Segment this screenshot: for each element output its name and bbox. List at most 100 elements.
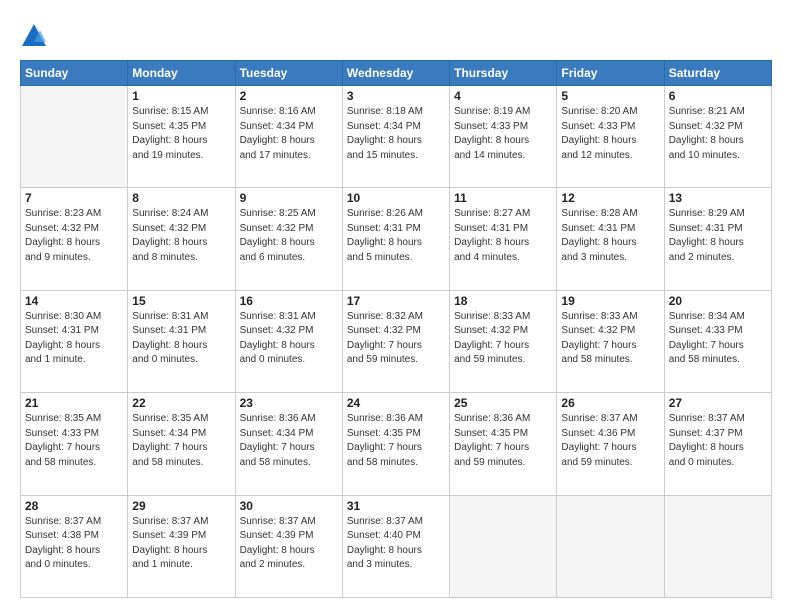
- cell-content: Sunrise: 8:31 AM Sunset: 4:31 PM Dayligh…: [132, 310, 230, 368]
- calendar-cell: 15 Sunrise: 8:31 AM Sunset: 4:31 PM Dayli…: [128, 290, 235, 392]
- cell-content: Sunrise: 8:37 AM Sunset: 4:37 PM Dayligh…: [669, 412, 767, 470]
- calendar-day-header: Saturday: [664, 61, 771, 86]
- calendar-cell: [21, 86, 128, 188]
- calendar-cell: 26Sunrise: 8:37 AM Sunset: 4:36 PM Dayli…: [557, 393, 664, 495]
- calendar-week-row: 21Sunrise: 8:35 AM Sunset: 4:33 PM Dayli…: [21, 393, 772, 495]
- page: SundayMondayTuesdayWednesdayThursdayFrid…: [0, 0, 792, 612]
- day-number: 31: [347, 499, 445, 513]
- day-number: 8: [132, 191, 230, 205]
- day-number: 12: [561, 191, 659, 205]
- day-number: 23: [240, 396, 338, 410]
- calendar-week-row: 7 Sunrise: 8:23 AM Sunset: 4:32 PM Daylig…: [21, 188, 772, 290]
- logo: [20, 22, 52, 50]
- day-number: 16: [240, 294, 338, 308]
- calendar-cell: 2 Sunrise: 8:16 AM Sunset: 4:34 PM Daylig…: [235, 86, 342, 188]
- cell-content: Sunrise: 8:33 AM Sunset: 4:32 PM Dayligh…: [454, 310, 552, 368]
- calendar-cell: 29Sunrise: 8:37 AM Sunset: 4:39 PM Dayli…: [128, 495, 235, 597]
- day-number: 4: [454, 89, 552, 103]
- calendar-day-header: Tuesday: [235, 61, 342, 86]
- calendar-cell: 13 Sunrise: 8:29 AM Sunset: 4:31 PM Dayli…: [664, 188, 771, 290]
- cell-content: Sunrise: 8:36 AM Sunset: 4:34 PM Dayligh…: [240, 412, 338, 470]
- calendar-day-header: Wednesday: [342, 61, 449, 86]
- calendar-cell: 30 Sunrise: 8:37 AM Sunset: 4:39 PM Dayli…: [235, 495, 342, 597]
- cell-content: Sunrise: 8:16 AM Sunset: 4:34 PM Dayligh…: [240, 105, 338, 163]
- cell-content: Sunrise: 8:23 AM Sunset: 4:32 PM Dayligh…: [25, 207, 123, 265]
- calendar-cell: 6Sunrise: 8:21 AM Sunset: 4:32 PM Daylig…: [664, 86, 771, 188]
- cell-content: Sunrise: 8:33 AM Sunset: 4:32 PM Dayligh…: [561, 310, 659, 368]
- day-number: 9: [240, 191, 338, 205]
- calendar-body: 1 Sunrise: 8:15 AM Sunset: 4:35 PM Daylig…: [21, 86, 772, 598]
- calendar-cell: 10 Sunrise: 8:26 AM Sunset: 4:31 PM Dayli…: [342, 188, 449, 290]
- calendar-cell: 14Sunrise: 8:30 AM Sunset: 4:31 PM Dayli…: [21, 290, 128, 392]
- cell-content: Sunrise: 8:34 AM Sunset: 4:33 PM Dayligh…: [669, 310, 767, 368]
- day-number: 28: [25, 499, 123, 513]
- day-number: 25: [454, 396, 552, 410]
- cell-content: Sunrise: 8:25 AM Sunset: 4:32 PM Dayligh…: [240, 207, 338, 265]
- day-number: 17: [347, 294, 445, 308]
- calendar-cell: [450, 495, 557, 597]
- cell-content: Sunrise: 8:37 AM Sunset: 4:40 PM Dayligh…: [347, 515, 445, 573]
- day-number: 10: [347, 191, 445, 205]
- day-number: 15: [132, 294, 230, 308]
- cell-content: Sunrise: 8:24 AM Sunset: 4:32 PM Dayligh…: [132, 207, 230, 265]
- calendar-cell: 24 Sunrise: 8:36 AM Sunset: 4:35 PM Dayli…: [342, 393, 449, 495]
- day-number: 14: [25, 294, 123, 308]
- calendar-day-header: Monday: [128, 61, 235, 86]
- calendar-cell: 12Sunrise: 8:28 AM Sunset: 4:31 PM Dayli…: [557, 188, 664, 290]
- calendar-cell: 5Sunrise: 8:20 AM Sunset: 4:33 PM Daylig…: [557, 86, 664, 188]
- day-number: 1: [132, 89, 230, 103]
- calendar-cell: 18 Sunrise: 8:33 AM Sunset: 4:32 PM Dayli…: [450, 290, 557, 392]
- calendar-cell: [557, 495, 664, 597]
- calendar-cell: 16 Sunrise: 8:31 AM Sunset: 4:32 PM Dayli…: [235, 290, 342, 392]
- calendar-cell: [664, 495, 771, 597]
- calendar-cell: 1 Sunrise: 8:15 AM Sunset: 4:35 PM Daylig…: [128, 86, 235, 188]
- calendar-cell: 7 Sunrise: 8:23 AM Sunset: 4:32 PM Daylig…: [21, 188, 128, 290]
- cell-content: Sunrise: 8:37 AM Sunset: 4:38 PM Dayligh…: [25, 515, 123, 573]
- calendar-cell: 28 Sunrise: 8:37 AM Sunset: 4:38 PM Dayli…: [21, 495, 128, 597]
- calendar-week-row: 14Sunrise: 8:30 AM Sunset: 4:31 PM Dayli…: [21, 290, 772, 392]
- cell-content: Sunrise: 8:27 AM Sunset: 4:31 PM Dayligh…: [454, 207, 552, 265]
- day-number: 13: [669, 191, 767, 205]
- calendar-cell: 3 Sunrise: 8:18 AM Sunset: 4:34 PM Daylig…: [342, 86, 449, 188]
- calendar-table: SundayMondayTuesdayWednesdayThursdayFrid…: [20, 60, 772, 598]
- calendar-cell: 8 Sunrise: 8:24 AM Sunset: 4:32 PM Daylig…: [128, 188, 235, 290]
- cell-content: Sunrise: 8:37 AM Sunset: 4:36 PM Dayligh…: [561, 412, 659, 470]
- day-number: 19: [561, 294, 659, 308]
- cell-content: Sunrise: 8:15 AM Sunset: 4:35 PM Dayligh…: [132, 105, 230, 163]
- calendar-cell: 31 Sunrise: 8:37 AM Sunset: 4:40 PM Dayli…: [342, 495, 449, 597]
- calendar-cell: 25Sunrise: 8:36 AM Sunset: 4:35 PM Dayli…: [450, 393, 557, 495]
- cell-content: Sunrise: 8:29 AM Sunset: 4:31 PM Dayligh…: [669, 207, 767, 265]
- day-number: 11: [454, 191, 552, 205]
- calendar-cell: 27 Sunrise: 8:37 AM Sunset: 4:37 PM Dayli…: [664, 393, 771, 495]
- calendar-cell: 21Sunrise: 8:35 AM Sunset: 4:33 PM Dayli…: [21, 393, 128, 495]
- cell-content: Sunrise: 8:36 AM Sunset: 4:35 PM Dayligh…: [347, 412, 445, 470]
- day-number: 18: [454, 294, 552, 308]
- calendar-cell: 23 Sunrise: 8:36 AM Sunset: 4:34 PM Dayli…: [235, 393, 342, 495]
- day-number: 3: [347, 89, 445, 103]
- day-number: 21: [25, 396, 123, 410]
- calendar-day-header: Thursday: [450, 61, 557, 86]
- day-number: 7: [25, 191, 123, 205]
- day-number: 20: [669, 294, 767, 308]
- cell-content: Sunrise: 8:32 AM Sunset: 4:32 PM Dayligh…: [347, 310, 445, 368]
- cell-content: Sunrise: 8:31 AM Sunset: 4:32 PM Dayligh…: [240, 310, 338, 368]
- cell-content: Sunrise: 8:19 AM Sunset: 4:33 PM Dayligh…: [454, 105, 552, 163]
- day-number: 5: [561, 89, 659, 103]
- cell-content: Sunrise: 8:26 AM Sunset: 4:31 PM Dayligh…: [347, 207, 445, 265]
- cell-content: Sunrise: 8:18 AM Sunset: 4:34 PM Dayligh…: [347, 105, 445, 163]
- day-number: 27: [669, 396, 767, 410]
- day-number: 24: [347, 396, 445, 410]
- calendar-cell: 17 Sunrise: 8:32 AM Sunset: 4:32 PM Dayli…: [342, 290, 449, 392]
- calendar-cell: 9 Sunrise: 8:25 AM Sunset: 4:32 PM Daylig…: [235, 188, 342, 290]
- calendar-day-header: Friday: [557, 61, 664, 86]
- calendar-day-header: Sunday: [21, 61, 128, 86]
- calendar-week-row: 28 Sunrise: 8:37 AM Sunset: 4:38 PM Dayli…: [21, 495, 772, 597]
- cell-content: Sunrise: 8:37 AM Sunset: 4:39 PM Dayligh…: [240, 515, 338, 573]
- calendar-cell: 4 Sunrise: 8:19 AM Sunset: 4:33 PM Daylig…: [450, 86, 557, 188]
- day-number: 22: [132, 396, 230, 410]
- calendar-week-row: 1 Sunrise: 8:15 AM Sunset: 4:35 PM Daylig…: [21, 86, 772, 188]
- day-number: 2: [240, 89, 338, 103]
- cell-content: Sunrise: 8:37 AM Sunset: 4:39 PM Dayligh…: [132, 515, 230, 573]
- logo-icon: [20, 22, 48, 50]
- day-number: 30: [240, 499, 338, 513]
